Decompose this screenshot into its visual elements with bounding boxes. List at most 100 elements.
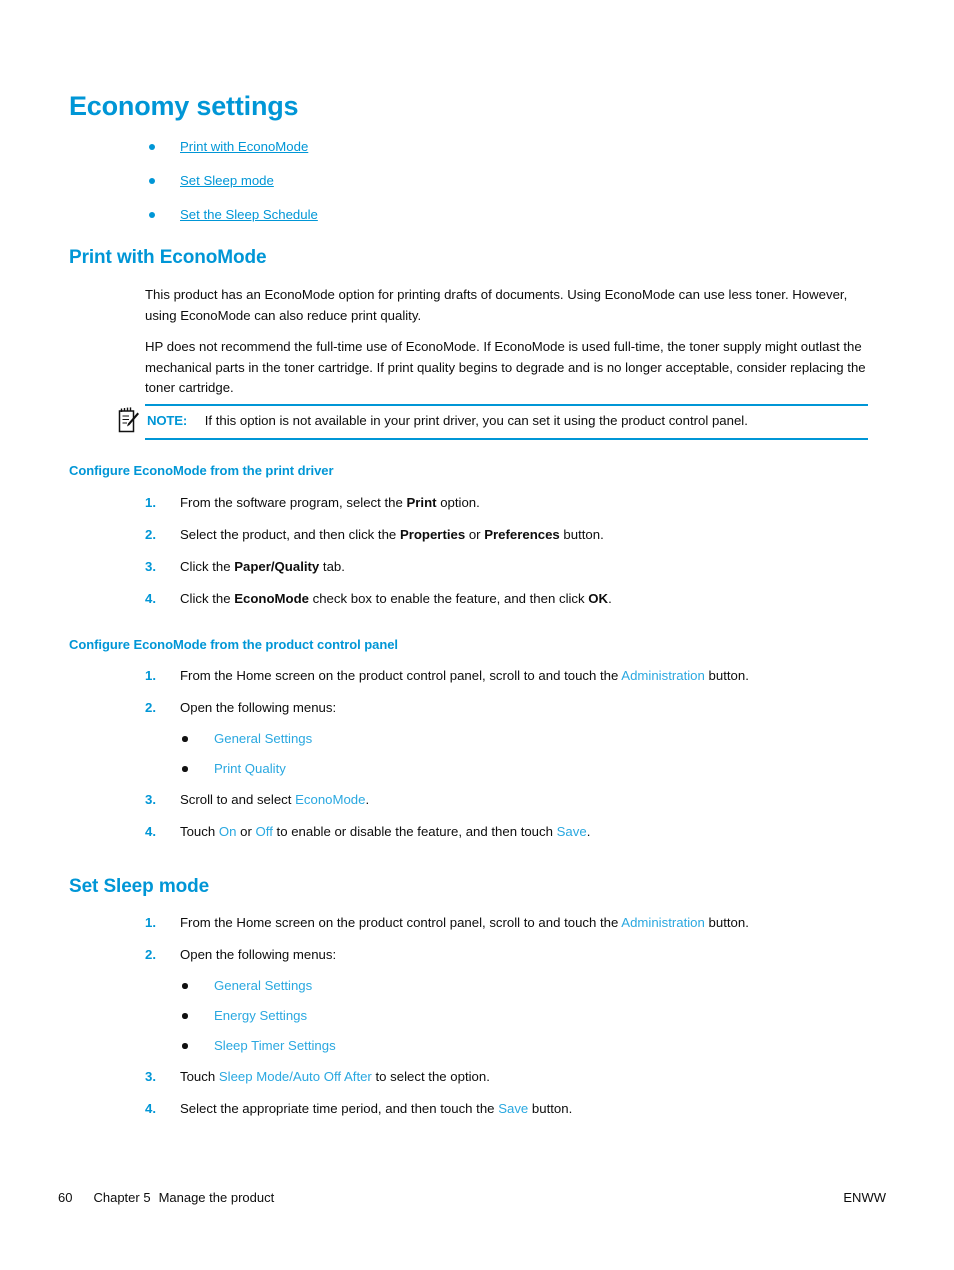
bullet-icon xyxy=(182,1013,188,1019)
economode-paragraph-1: This product has an EconoMode option for… xyxy=(145,287,848,323)
text-run: Click the xyxy=(180,559,235,574)
step-text: Open the following menus: xyxy=(180,700,336,715)
heading-set-sleep-mode: Set Sleep mode xyxy=(69,876,210,897)
menu-path-item: Sleep Timer Settings xyxy=(180,1037,868,1055)
text-run: or xyxy=(465,527,485,542)
text-run: Open the following menus: xyxy=(180,947,337,962)
note-callout: NOTE: If this option is not available in… xyxy=(118,404,868,440)
text-run: Click the xyxy=(180,591,235,606)
menu-item-label: General Settings xyxy=(214,731,313,746)
bullet-icon xyxy=(182,766,188,772)
step-text: Click the Paper/Quality tab. xyxy=(180,559,345,574)
text-run: check box to enable the feature, and the… xyxy=(308,591,589,606)
text-run: From the Home screen on the product cont… xyxy=(180,668,622,683)
ui-control-reference: Save xyxy=(556,824,587,839)
note-label: NOTE: xyxy=(147,413,188,428)
note-pad-pencil-icon xyxy=(118,406,140,434)
footer-locale: ENWW xyxy=(843,1190,886,1205)
text-run: . xyxy=(608,591,612,606)
step-number: 4. xyxy=(145,1101,156,1116)
text-run: . xyxy=(586,824,591,839)
numbered-step: 2. Select the product, and then click the… xyxy=(145,525,868,545)
text-run: to select the option. xyxy=(371,1069,490,1084)
footer-chapter: Chapter 5 xyxy=(93,1190,151,1205)
menu-item-label: Sleep Timer Settings xyxy=(214,1038,336,1053)
text-run: button. xyxy=(559,527,604,542)
numbered-step: 3. Touch Sleep Mode/Auto Off After to sel… xyxy=(145,1067,868,1087)
step-text: From the Home screen on the product cont… xyxy=(180,668,749,683)
step-number: 4. xyxy=(145,824,156,839)
text-run: Scroll to and select xyxy=(180,792,296,807)
emphasis-text: EconoMode xyxy=(234,591,309,606)
section-link-item: Print with EconoMode xyxy=(145,138,865,156)
ui-control-reference: EconoMode xyxy=(295,792,366,807)
menu-path-item: Print Quality xyxy=(180,760,868,778)
text-run: or xyxy=(236,824,256,839)
footer-chapter-title: Manage the product xyxy=(158,1190,275,1205)
bullet-icon xyxy=(182,983,188,989)
step-number: 2. xyxy=(145,527,156,542)
step-number: 4. xyxy=(145,591,156,606)
step-text: Select the product, and then click the P… xyxy=(180,527,604,542)
step-text: Open the following menus: xyxy=(180,947,336,962)
section-links-list: Print with EconoMode Set Sleep mode Set th… xyxy=(145,138,865,240)
note-body: If this option is not available in your … xyxy=(204,413,748,428)
heading-print-with-economode: Print with EconoMode xyxy=(69,247,267,268)
step-text: Click the EconoMode check box to enable … xyxy=(180,591,612,606)
ui-control-reference: Sleep Mode/Auto Off After xyxy=(218,1069,372,1084)
ui-control-reference: Save xyxy=(498,1101,529,1116)
section-link-item: Set Sleep mode xyxy=(145,172,865,190)
heading-configure-from-control-panel: Configure EconoMode from the product con… xyxy=(69,637,398,652)
footer-page-number: 60 xyxy=(58,1190,73,1205)
text-run: Select the product, and then click the xyxy=(180,527,400,542)
ui-control-reference: Administration xyxy=(621,915,705,930)
text-run: Open the following menus: xyxy=(180,700,337,715)
steps-set-sleep-mode: 1. From the Home screen on the product co… xyxy=(145,913,868,1131)
section-link[interactable]: Set Sleep mode xyxy=(180,173,274,188)
bullet-icon xyxy=(149,212,155,218)
ui-control-reference: On xyxy=(218,824,237,839)
menu-item-label: Print Quality xyxy=(214,761,286,776)
numbered-step: 1. From the software program, select the … xyxy=(145,493,868,513)
economode-paragraph-2: HP does not recommend the full-time use … xyxy=(145,339,866,395)
note-text-wrap: NOTE: If this option is not available in… xyxy=(147,411,748,431)
menu-path-item: General Settings xyxy=(180,977,868,995)
section-link-item: Set the Sleep Schedule xyxy=(145,206,865,224)
step-text: Touch On or Off to enable or disable the… xyxy=(180,824,590,839)
text-run: From the software program, select the xyxy=(180,495,407,510)
bullet-icon xyxy=(149,144,155,150)
page-footer: 60 Chapter 5 Manage the product ENWW xyxy=(0,1190,954,1214)
step-number: 1. xyxy=(145,668,156,683)
text-run: option. xyxy=(436,495,480,510)
menu-path-item: Energy Settings xyxy=(180,1007,868,1025)
emphasis-text: Properties xyxy=(399,527,466,542)
step-text: From the Home screen on the product cont… xyxy=(180,915,749,930)
step-number: 1. xyxy=(145,915,156,930)
bullet-icon xyxy=(182,1043,188,1049)
text-run: Touch xyxy=(180,824,219,839)
steps-print-driver: 1. From the software program, select the … xyxy=(145,493,868,621)
text-run: tab. xyxy=(319,559,345,574)
menu-item-label: General Settings xyxy=(214,978,313,993)
footer-left: 60 Chapter 5 Manage the product xyxy=(58,1190,274,1205)
step-number: 1. xyxy=(145,495,156,510)
text-run: Touch xyxy=(180,1069,219,1084)
document-page: Economy settings Print with EconoMode Set… xyxy=(0,0,954,1270)
section-link[interactable]: Print with EconoMode xyxy=(180,139,308,154)
menu-item-label: Energy Settings xyxy=(214,1008,308,1023)
section-link[interactable]: Set the Sleep Schedule xyxy=(180,207,318,222)
text-run: button. xyxy=(704,668,749,683)
step-text: From the software program, select the Pr… xyxy=(180,495,480,510)
numbered-step: 4. Touch On or Off to enable or disable t… xyxy=(145,822,868,842)
step-number: 3. xyxy=(145,1069,156,1084)
numbered-step: 4. Select the appropriate time period, an… xyxy=(145,1099,868,1119)
emphasis-text: Paper/Quality xyxy=(234,559,320,574)
step-text: Select the appropriate time period, and … xyxy=(180,1101,572,1116)
menu-path-item: General Settings xyxy=(180,730,868,748)
step-number: 3. xyxy=(145,792,156,807)
note-rule-top xyxy=(145,404,868,406)
text-run: to enable or disable the feature, and th… xyxy=(272,824,557,839)
emphasis-text: Preferences xyxy=(484,527,560,542)
bullet-icon xyxy=(182,736,188,742)
numbered-step: 2. Open the following menus: General Setti… xyxy=(145,945,868,1055)
